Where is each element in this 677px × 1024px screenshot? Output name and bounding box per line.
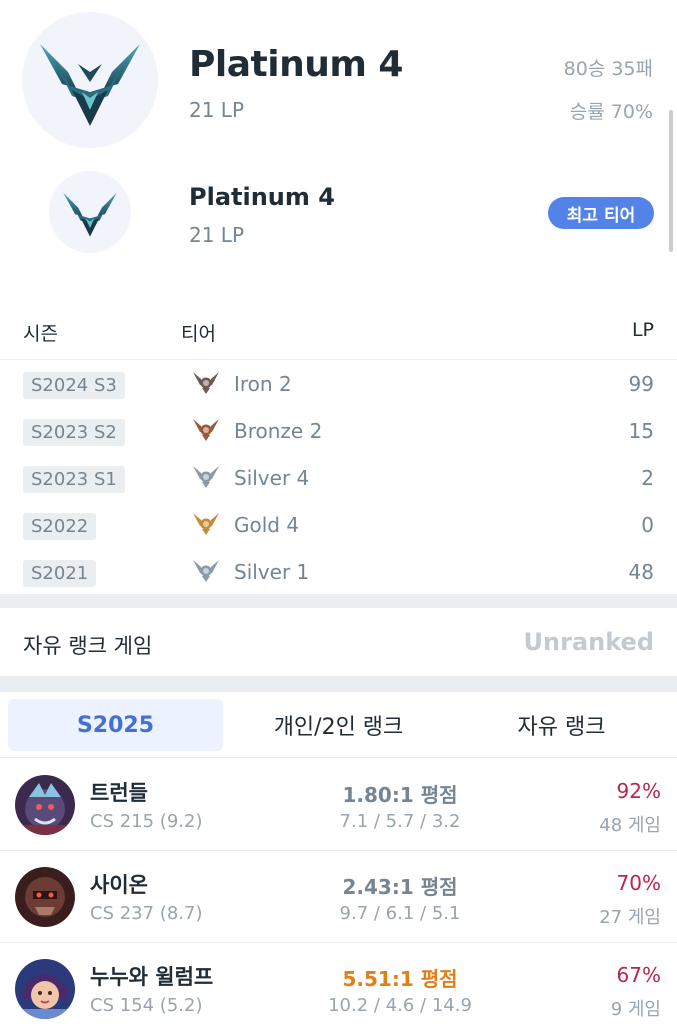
champion-win-rate: 70% xyxy=(616,871,661,895)
tier-emblem-icon xyxy=(191,510,221,536)
champion-games: 48 게임 xyxy=(599,815,661,836)
kda-ratio: 2.43:1 평점 xyxy=(342,875,458,899)
kda-detail: 9.7 / 6.1 / 5.1 xyxy=(339,903,461,924)
peak-tier: Platinum 4 xyxy=(189,183,335,211)
tier-name: Gold 4 xyxy=(234,513,300,537)
tier-name: Iron 2 xyxy=(234,372,292,396)
win-loss-record: 80승 35패 xyxy=(563,58,653,80)
kda-detail: 7.1 / 5.7 / 3.2 xyxy=(339,811,461,832)
tier-column-header: 티어 xyxy=(181,323,216,345)
season-table-header: 시즌 티어 LP xyxy=(0,310,677,360)
champion-win-rate: 92% xyxy=(616,779,661,803)
tier-name: Silver 1 xyxy=(234,560,310,584)
season-row: S2024 S3 Iron 2 99 xyxy=(0,361,677,408)
season-row: S2021 Silver 1 48 xyxy=(0,549,677,596)
season-tag: S2022 xyxy=(23,513,97,540)
flex-rank-status: Unranked xyxy=(523,628,654,656)
champion-games: 9 게임 xyxy=(610,999,661,1020)
season-column-header: 시즌 xyxy=(23,323,58,345)
season-row: S2023 S1 Silver 4 2 xyxy=(0,455,677,502)
champion-stats-tabs: S2025 개인/2인 랭크 자유 랭크 xyxy=(0,692,677,758)
season-row: S2022 Gold 4 0 xyxy=(0,502,677,549)
kda-ratio: 5.51:1 평점 xyxy=(342,967,458,991)
champion-row[interactable]: 사이온 CS 237 (8.7) 2.43:1 평점 9.7 / 6.1 / 5… xyxy=(0,851,677,943)
tier-name: Silver 4 xyxy=(234,466,310,490)
tier-emblem-icon xyxy=(191,463,221,489)
peak-lp: 21 LP xyxy=(189,223,245,247)
section-divider xyxy=(0,676,677,692)
season-tag: S2023 S2 xyxy=(23,419,125,446)
champion-games: 27 게임 xyxy=(599,907,661,928)
flex-rank-row: 자유 랭크 게임 Unranked xyxy=(0,608,677,676)
platinum-emblem-icon xyxy=(22,12,158,148)
champion-row[interactable]: 누누와 윌럼프 CS 154 (5.2) 5.51:1 평점 10.2 / 4.… xyxy=(0,943,677,1024)
champion-row[interactable]: 트런들 CS 215 (9.2) 1.80:1 평점 7.1 / 5.7 / 3… xyxy=(0,759,677,851)
tier-lp: 99 xyxy=(628,372,654,396)
season-tag: S2024 S3 xyxy=(23,372,125,399)
peak-tier-badge: 최고 티어 xyxy=(548,197,654,229)
tier-lp: 15 xyxy=(628,419,654,443)
kda-detail: 10.2 / 4.6 / 14.9 xyxy=(328,995,472,1016)
tab-solo-duo-rank[interactable]: 개인/2인 랭크 xyxy=(231,699,446,751)
section-divider xyxy=(0,594,677,608)
tab-flex-rank[interactable]: 자유 랭크 xyxy=(454,699,669,751)
tier-name: Bronze 2 xyxy=(234,419,323,443)
tier-emblem-icon xyxy=(191,369,221,395)
season-tag: S2023 S1 xyxy=(23,466,125,493)
season-tag: S2021 xyxy=(23,560,97,587)
platinum-emblem-icon xyxy=(49,171,131,253)
flex-rank-title: 자유 랭크 게임 xyxy=(23,634,153,658)
tab-s2025[interactable]: S2025 xyxy=(8,699,223,751)
current-lp: 21 LP xyxy=(189,98,245,122)
lp-column-header: LP xyxy=(631,319,654,341)
tier-lp: 2 xyxy=(641,466,654,490)
tier-lp: 0 xyxy=(641,513,654,537)
tier-emblem-icon xyxy=(191,416,221,442)
season-row: S2023 S2 Bronze 2 15 xyxy=(0,408,677,455)
win-rate: 승률 70% xyxy=(569,101,653,123)
tier-lp: 48 xyxy=(628,560,654,584)
kda-ratio: 1.80:1 평점 xyxy=(342,783,458,807)
current-tier: Platinum 4 xyxy=(189,44,403,85)
current-rank-card: Platinum 4 21 LP 80승 35패 승률 70% xyxy=(0,0,677,160)
tier-emblem-icon xyxy=(191,557,221,583)
champion-win-rate: 67% xyxy=(616,963,661,987)
